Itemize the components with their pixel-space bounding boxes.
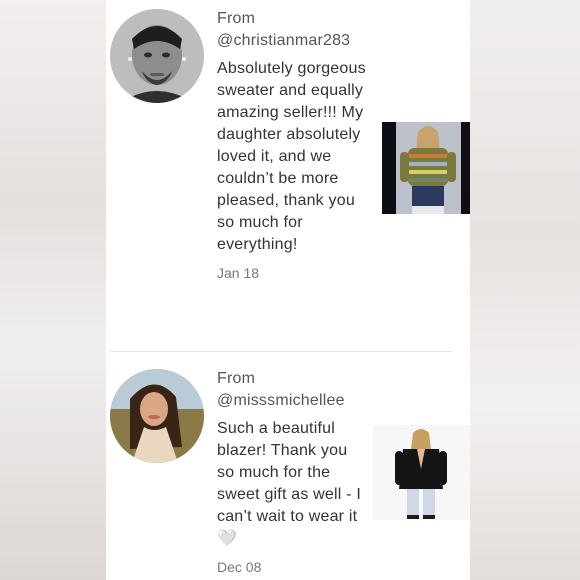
reviews-panel: From @christianmar283 Absolutely gorgeou… bbox=[106, 0, 470, 580]
reviewer-handle[interactable]: @christianmar283 bbox=[217, 30, 367, 52]
from-label: From bbox=[217, 10, 256, 27]
review-message: Absolutely gorgeous sweater and equally … bbox=[217, 60, 366, 253]
avatar-man-image bbox=[110, 9, 204, 103]
blurred-background-left bbox=[0, 0, 106, 580]
reviewer-avatar[interactable] bbox=[110, 369, 204, 463]
blurred-background-right bbox=[470, 0, 580, 580]
blazer-image bbox=[373, 425, 470, 520]
review-card: From @misssmichellee Such a beautiful bl… bbox=[106, 352, 470, 580]
review-message: Such a beautiful blazer! Thank you so mu… bbox=[217, 420, 362, 547]
reviewer-handle[interactable]: @misssmichellee bbox=[217, 390, 367, 412]
review-date: Jan 18 bbox=[217, 265, 260, 281]
blazer-product-thumbnail[interactable] bbox=[373, 425, 470, 520]
review-date: Dec 08 bbox=[217, 559, 262, 575]
review-text: From @misssmichellee Such a beautiful bl… bbox=[217, 368, 367, 576]
sweater-image bbox=[382, 122, 470, 214]
review-card: From @christianmar283 Absolutely gorgeou… bbox=[106, 0, 470, 352]
from-label: From bbox=[217, 370, 256, 387]
review-text: From @christianmar283 Absolutely gorgeou… bbox=[217, 8, 367, 282]
avatar-woman-image bbox=[110, 369, 204, 463]
sweater-product-thumbnail[interactable] bbox=[382, 122, 470, 214]
reviewer-avatar[interactable] bbox=[110, 9, 204, 103]
